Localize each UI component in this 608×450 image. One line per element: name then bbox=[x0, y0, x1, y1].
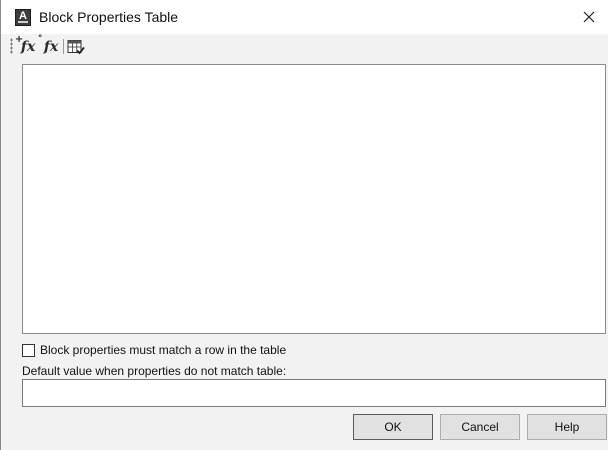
help-button[interactable]: Help bbox=[527, 414, 607, 440]
properties-table[interactable] bbox=[22, 64, 606, 334]
audit-table-icon bbox=[67, 40, 85, 55]
close-button[interactable] bbox=[569, 0, 608, 34]
new-property-parameter-icon: + fx bbox=[14, 34, 36, 55]
default-value-label: Default value when properties do not mat… bbox=[22, 364, 287, 378]
must-match-option[interactable]: Block properties must match a row in the… bbox=[22, 342, 286, 358]
must-match-checkbox[interactable] bbox=[22, 343, 35, 357]
audit-table-button[interactable] bbox=[65, 37, 87, 57]
default-value-input[interactable] bbox=[22, 379, 606, 407]
ok-button[interactable]: OK bbox=[353, 414, 433, 440]
window-title: Block Properties Table bbox=[39, 9, 179, 25]
toolbar-grip-icon[interactable] bbox=[10, 38, 13, 54]
close-icon bbox=[583, 11, 595, 23]
cancel-button[interactable]: Cancel bbox=[440, 414, 520, 440]
toolbar-separator bbox=[63, 39, 64, 54]
must-match-label: Block properties must match a row in the… bbox=[40, 343, 287, 357]
title-bar: A Block Properties Table bbox=[1, 0, 608, 34]
existing-parameter-icon: ° fx bbox=[37, 34, 59, 55]
toolbar: + fx ° fx bbox=[1, 34, 608, 60]
autocad-app-icon: A bbox=[15, 9, 31, 26]
block-properties-table-dialog: A Block Properties Table + fx ° fx Block… bbox=[0, 0, 608, 450]
new-property-parameter-button[interactable]: + fx bbox=[14, 34, 39, 57]
existing-parameter-button[interactable]: ° fx bbox=[37, 34, 62, 57]
